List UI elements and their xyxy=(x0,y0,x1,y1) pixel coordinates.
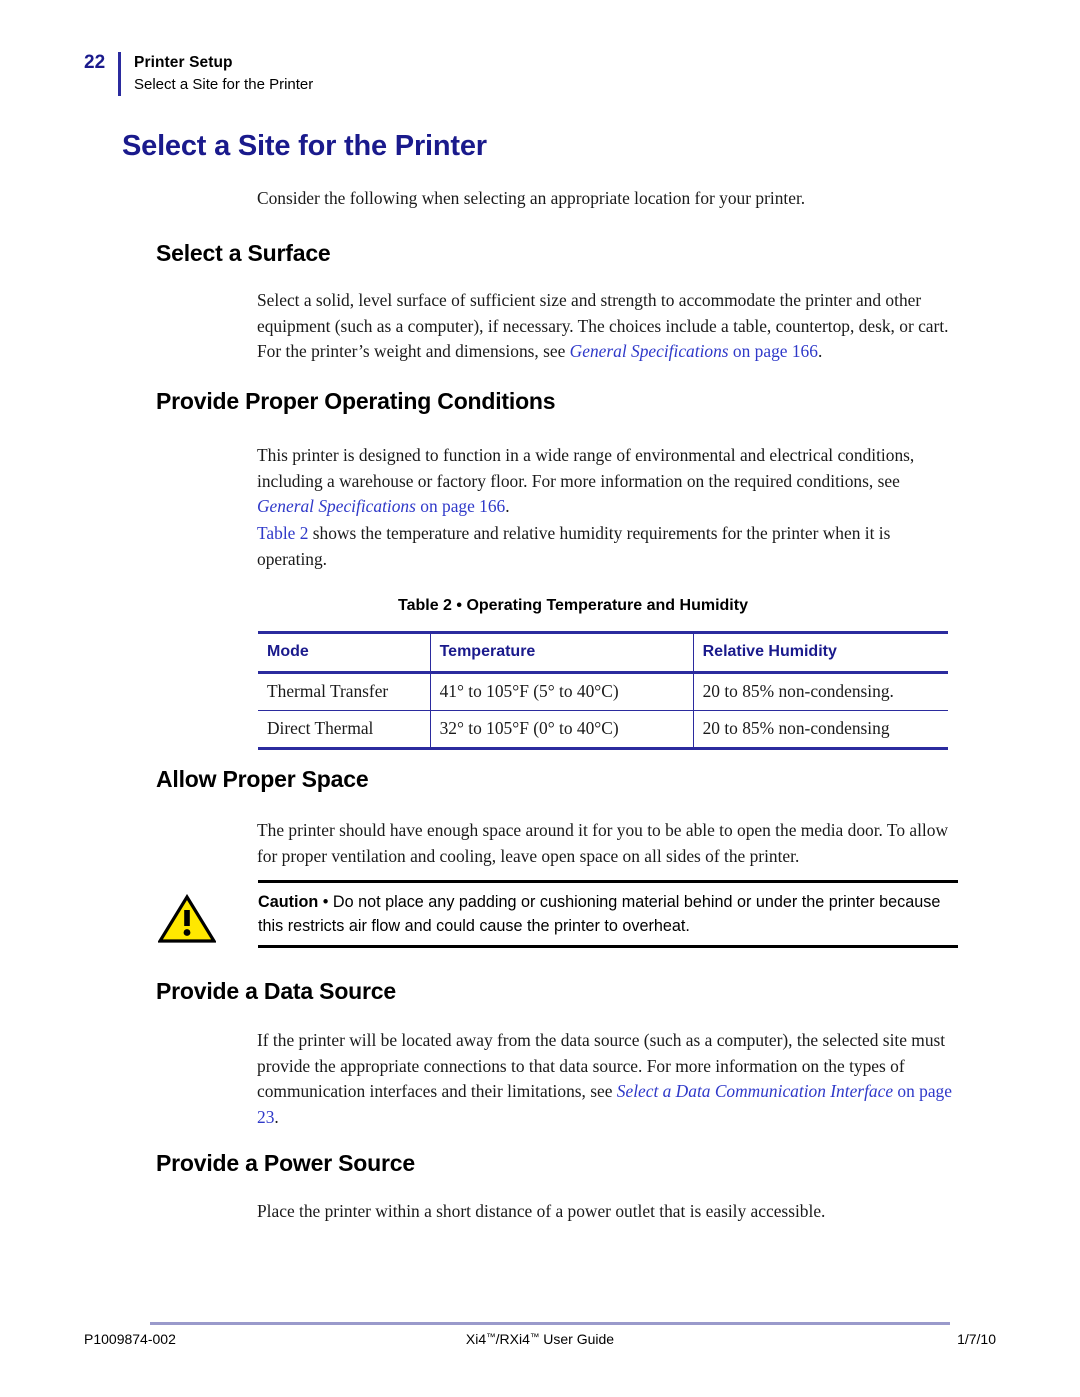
heading-provide-proper-operating-conditions: Provide Proper Operating Conditions xyxy=(156,388,556,414)
table-row: Direct Thermal 32° to 105°F (0° to 40°C)… xyxy=(258,710,948,749)
header-divider xyxy=(118,52,121,96)
xref-general-specifications-2[interactable]: General Specifications on page 166 xyxy=(257,496,505,516)
header-section-title: Select a Site for the Printer xyxy=(134,76,314,93)
caution-bottom-rule xyxy=(258,945,958,948)
table-caption: Table 2 • Operating Temperature and Humi… xyxy=(398,597,748,614)
heading-select-a-surface: Select a Surface xyxy=(156,240,331,266)
paragraph-allow-proper-space: The printer should have enough space aro… xyxy=(257,820,949,866)
heading-provide-a-power-source: Provide a Power Source xyxy=(156,1150,415,1176)
column-header-temperature: Temperature xyxy=(429,632,694,673)
xref-title: General Specifications xyxy=(569,341,729,361)
trademark-icon: ™ xyxy=(486,1332,496,1343)
paragraph-operating-conditions: This printer is designed to function in … xyxy=(257,443,957,520)
paragraph-provide-a-data-source: If the printer will be located away from… xyxy=(257,1028,957,1130)
heading-allow-proper-space: Allow Proper Space xyxy=(156,766,369,792)
caution-separator: • xyxy=(318,893,333,911)
xref-page: on page 166 xyxy=(728,341,818,361)
caution-label: Caution xyxy=(258,893,319,911)
paragraph-provide-a-power-source: Place the printer within a short distanc… xyxy=(257,1201,826,1221)
xref-table-2[interactable]: Table 2 xyxy=(257,523,308,543)
xref-general-specifications-1[interactable]: General Specifications on page 166 xyxy=(570,341,818,361)
footer-rule xyxy=(150,1322,950,1325)
cell-mode: Thermal Transfer xyxy=(267,681,389,701)
table-header-row: Mode Temperature Relative Humidity xyxy=(258,632,948,673)
cell-temperature: 32° to 105°F (0° to 40°C) xyxy=(429,710,694,749)
paragraph-tail: . xyxy=(817,341,823,361)
cell-relative-humidity: 20 to 85% non-condensing. xyxy=(692,672,948,711)
footer-model-2: /RXi4 xyxy=(495,1331,530,1347)
paragraph-text: This printer is designed to function in … xyxy=(257,445,915,491)
intro-paragraph: Consider the following when selecting an… xyxy=(257,188,806,208)
paragraph-select-a-surface: Select a solid, level surface of suffici… xyxy=(257,288,957,365)
xref-page: on page 166 xyxy=(415,496,506,516)
page-footer: P1009874-002 Xi4™/RXi4™ User Guide 1/7/1… xyxy=(84,1331,996,1355)
warning-triangle-icon xyxy=(157,893,217,944)
paragraph-text: shows the temperature and relative humid… xyxy=(257,523,891,569)
caution-top-rule xyxy=(258,880,958,883)
column-header-mode: Mode xyxy=(267,643,309,660)
footer-model-1: Xi4 xyxy=(465,1331,487,1347)
running-header: 22 Printer Setup Select a Site for the P… xyxy=(84,52,313,96)
cell-relative-humidity: 20 to 85% non-condensing xyxy=(692,710,948,749)
operating-temperature-humidity-table: Mode Temperature Relative Humidity Therm… xyxy=(258,631,948,750)
paragraph-tail: . xyxy=(274,1106,279,1127)
caution-body: Do not place any padding or cushioning m… xyxy=(258,893,941,935)
page-title: Select a Site for the Printer xyxy=(122,130,487,162)
trademark-icon: ™ xyxy=(529,1332,540,1343)
header-chapter-title: Printer Setup xyxy=(134,54,233,71)
caution-text: Caution • Do not place any padding or cu… xyxy=(258,891,958,938)
paragraph-table-reference: Table 2 shows the temperature and relati… xyxy=(257,521,957,572)
column-header-relative-humidity: Relative Humidity xyxy=(692,632,948,673)
header-text-group: Printer Setup Select a Site for the Prin… xyxy=(134,52,313,96)
footer-date: 1/7/10 xyxy=(957,1331,996,1347)
table-row: Thermal Transfer 41° to 105°F (5° to 40°… xyxy=(258,672,948,711)
cell-mode: Direct Thermal xyxy=(267,718,374,738)
caution-admonition: Caution • Do not place any padding or cu… xyxy=(157,880,958,948)
footer-guide-label: User Guide xyxy=(539,1331,615,1347)
heading-provide-a-data-source: Provide a Data Source xyxy=(156,978,396,1004)
xref-title: Select a Data Communication Interface xyxy=(616,1081,894,1101)
footer-document-title: Xi4™/RXi4™ User Guide xyxy=(84,1331,996,1347)
page-number: 22 xyxy=(84,52,106,73)
xref-title: General Specifications xyxy=(257,496,416,516)
paragraph-tail: . xyxy=(505,496,510,516)
cell-temperature: 41° to 105°F (5° to 40°C) xyxy=(429,672,694,711)
